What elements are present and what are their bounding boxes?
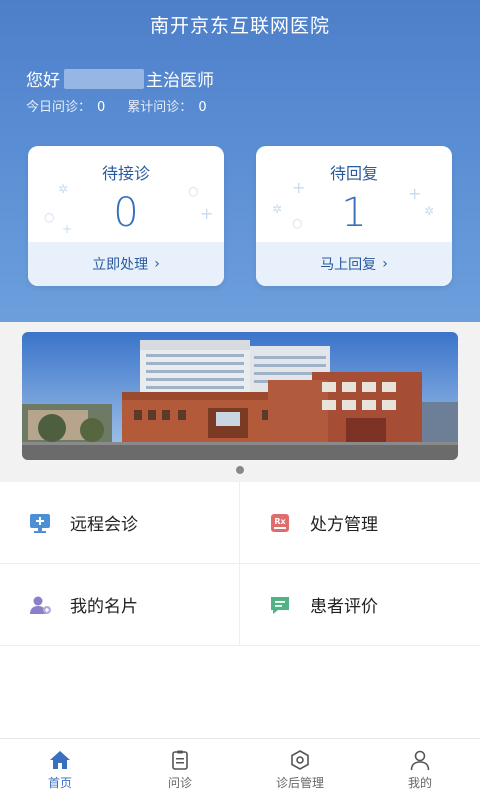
- pending-reply-card[interactable]: + ✲ ○ + ✲ 待回复 1 马上回复 ›: [256, 146, 452, 286]
- user-card-icon: [30, 596, 51, 614]
- tab-label: 诊后管理: [275, 775, 324, 790]
- total-value: 0: [198, 100, 207, 115]
- reply-now-button[interactable]: 马上回复 ›: [256, 242, 452, 286]
- rx-icon: Rx: [271, 513, 289, 532]
- card-count: 0: [113, 190, 139, 236]
- tab-home[interactable]: 首页: [0, 739, 120, 800]
- handle-now-button[interactable]: 立即处理 ›: [28, 242, 224, 286]
- remote-consult-button[interactable]: 远程会诊: [0, 482, 240, 564]
- banner-carousel: [0, 322, 480, 482]
- today-label: 今日问诊：: [26, 100, 92, 115]
- greeting: 您好 主治医师: [26, 66, 214, 91]
- role-text: 主治医师: [146, 71, 214, 91]
- menu-label: 患者评价: [310, 597, 378, 617]
- hospital-banner-image[interactable]: [22, 332, 458, 460]
- tab-label: 问诊: [167, 775, 192, 790]
- card-count: 1: [341, 190, 367, 236]
- tab-label: 首页: [47, 775, 72, 790]
- total-label: 累计问诊：: [127, 100, 193, 115]
- person-icon: [410, 750, 430, 770]
- today-stat: 今日问诊： 0: [26, 96, 105, 115]
- monitor-icon: [30, 513, 50, 533]
- carousel-indicator[interactable]: [236, 466, 244, 474]
- menu-label: 处方管理: [310, 515, 378, 535]
- chevron-right-icon: ›: [382, 256, 388, 272]
- bottom-tab-bar: 首页 问诊 诊后管理 我的: [0, 738, 480, 800]
- card-action-label: 马上回复: [320, 257, 377, 273]
- greeting-text: 您好: [26, 71, 60, 91]
- card-title: 待接诊: [101, 164, 150, 183]
- total-stat: 累计问诊： 0: [127, 96, 206, 115]
- menu-label: 远程会诊: [70, 515, 138, 535]
- pending-accept-card[interactable]: ✲ ○ + ○ + 待接诊 0 立即处理 ›: [28, 146, 224, 286]
- tab-mine[interactable]: 我的: [360, 739, 480, 800]
- hospital-photo: [22, 332, 458, 460]
- chevron-right-icon: ›: [154, 256, 160, 272]
- tab-consult[interactable]: 问诊: [120, 739, 240, 800]
- card-action-label: 立即处理: [92, 257, 149, 273]
- my-card-button[interactable]: 我的名片: [0, 564, 240, 646]
- header-hero: 南开京东互联网医院 您好 主治医师 今日问诊： 0 累计问诊： 0 ✲ ○ + ○ …: [0, 0, 480, 322]
- svg-text:Rx: Rx: [274, 517, 286, 526]
- card-title: 待回复: [329, 164, 378, 183]
- patient-reviews-button[interactable]: 患者评价: [240, 564, 480, 646]
- hexagon-icon: [291, 749, 309, 770]
- home-icon: [50, 750, 70, 769]
- today-value: 0: [97, 100, 106, 115]
- redacted-name: [64, 68, 144, 89]
- menu-label: 我的名片: [70, 597, 138, 617]
- prescription-management-button[interactable]: Rx 处方管理: [240, 482, 480, 564]
- tab-followup[interactable]: 诊后管理: [240, 739, 360, 800]
- consult-stats: 今日问诊： 0 累计问诊： 0: [26, 96, 207, 115]
- tab-label: 我的: [407, 775, 432, 790]
- clipboard-icon: [172, 750, 188, 770]
- comment-icon: [271, 596, 289, 614]
- app-title: 南开京东互联网医院: [149, 14, 330, 37]
